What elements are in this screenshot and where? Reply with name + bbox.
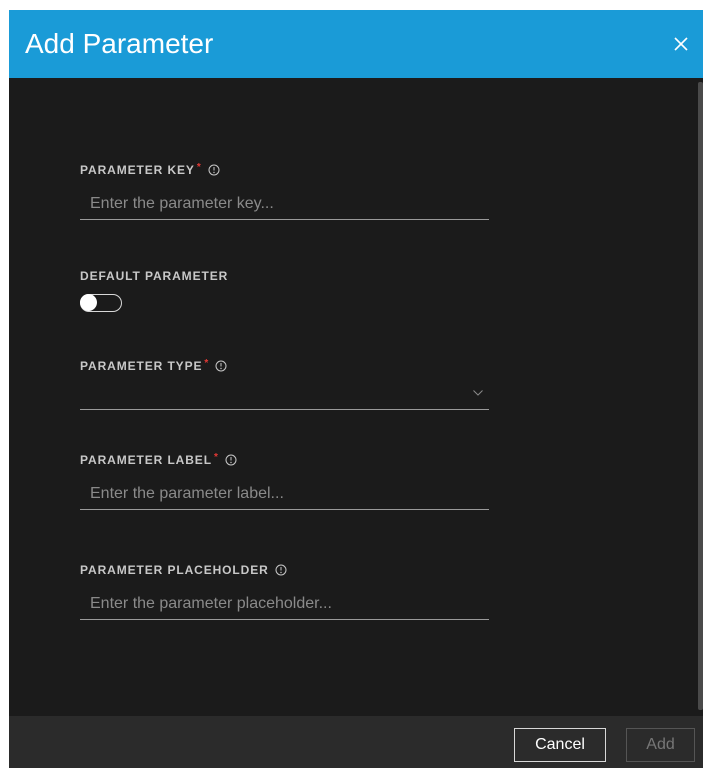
parameter-key-label: PARAMETER KEY [80,163,195,177]
required-marker: * [204,357,210,369]
parameter-type-select[interactable] [80,378,489,410]
dialog-title: Add Parameter [25,28,214,59]
parameter-label-field: PARAMETER LABEL * [80,452,489,510]
parameter-placeholder-field: PARAMETER PLACEHOLDER [80,562,489,620]
add-button[interactable]: Add [626,728,695,762]
required-marker: * [213,451,219,463]
parameter-key-input[interactable] [80,188,489,220]
parameter-label-label-row: PARAMETER LABEL * [80,452,489,468]
parameter-type-label-row: PARAMETER TYPE * [80,358,489,374]
info-icon[interactable] [208,164,220,176]
info-icon[interactable] [215,360,227,372]
scrollbar[interactable] [698,82,703,710]
dialog-header: Add Parameter [9,10,703,78]
parameter-placeholder-label-row: PARAMETER PLACEHOLDER [80,562,489,578]
default-parameter-label-row: DEFAULT PARAMETER [80,268,489,284]
toggle-knob [80,294,97,311]
parameter-key-field: PARAMETER KEY * [80,162,489,220]
close-icon[interactable] [673,36,689,52]
parameter-placeholder-label: PARAMETER PLACEHOLDER [80,563,269,577]
dialog-footer: Cancel Add [9,716,703,768]
parameter-type-label: PARAMETER TYPE [80,359,203,373]
parameter-key-label-row: PARAMETER KEY * [80,162,489,178]
parameter-type-field: PARAMETER TYPE * [80,358,489,410]
default-parameter-field: DEFAULT PARAMETER [80,268,489,312]
parameter-label-input[interactable] [80,478,489,510]
cancel-button[interactable]: Cancel [514,728,606,762]
info-icon[interactable] [225,454,237,466]
parameter-placeholder-input[interactable] [80,588,489,620]
parameter-label-label: PARAMETER LABEL [80,453,212,467]
default-parameter-toggle[interactable] [80,294,122,312]
info-icon[interactable] [275,564,287,576]
default-parameter-label: DEFAULT PARAMETER [80,269,229,283]
chevron-down-icon [473,390,483,396]
required-marker: * [196,161,202,173]
add-parameter-dialog: Add Parameter PARAMETER KEY * Enter the … [9,10,703,768]
dialog-body: PARAMETER KEY * DEFAULT PARAMETER [9,78,703,716]
